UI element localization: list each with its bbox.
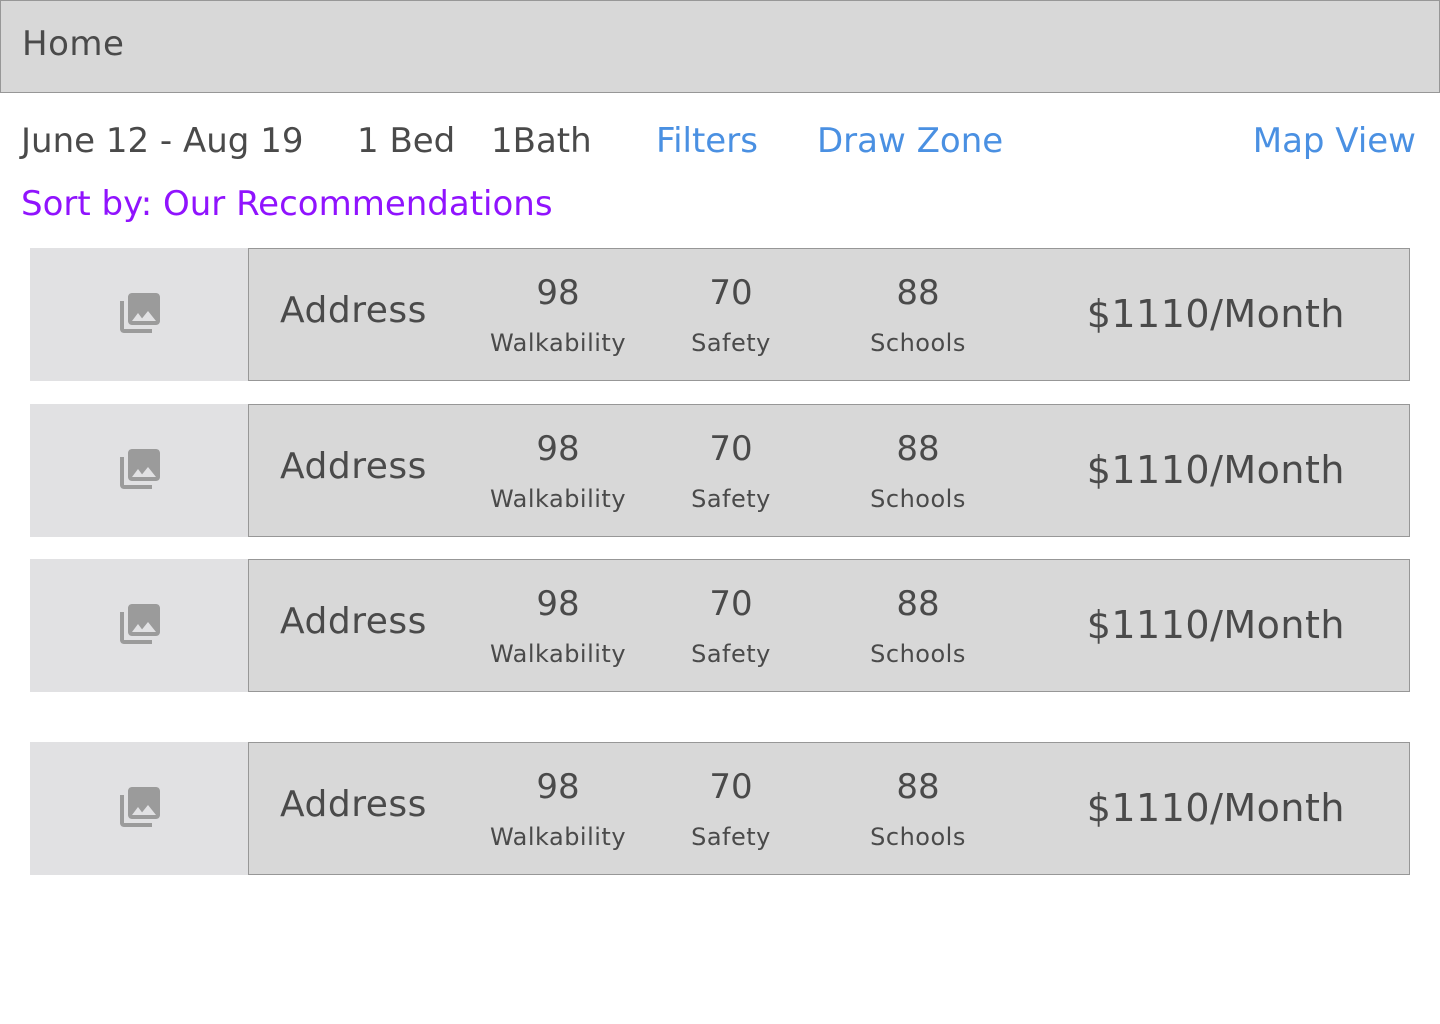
listing-price: $1110/Month: [1086, 448, 1345, 492]
listing-address: Address: [280, 446, 427, 487]
beds-selector[interactable]: 1 Bed: [357, 119, 455, 163]
safety-value: 70: [709, 584, 753, 624]
schools-label: Schools: [870, 640, 966, 668]
schools-score: 88 Schools: [838, 271, 998, 358]
listing-image-placeholder: [30, 742, 248, 875]
photo-library-icon: [114, 445, 164, 497]
walkability-value: 98: [536, 273, 580, 313]
listing-price: $1110/Month: [1086, 292, 1345, 336]
safety-label: Safety: [691, 485, 771, 513]
listing-address: Address: [280, 601, 427, 642]
listing-card[interactable]: Address 98 Walkability 70 Safety 88 Scho…: [30, 248, 1410, 381]
listing-details: Address 98 Walkability 70 Safety 88 Scho…: [248, 742, 1410, 875]
photo-library-icon: [114, 600, 164, 652]
schools-label: Schools: [870, 823, 966, 851]
safety-score: 70 Safety: [651, 271, 811, 358]
schools-value: 88: [896, 584, 940, 624]
schools-label: Schools: [870, 485, 966, 513]
sort-dropdown[interactable]: Sort by: Our Recommendations: [21, 182, 553, 226]
walkability-label: Walkability: [489, 823, 627, 851]
walkability-value: 98: [536, 584, 580, 624]
walkability-score: 98 Walkability: [478, 271, 638, 358]
date-range-selector[interactable]: June 12 - Aug 19: [21, 119, 303, 163]
listing-image-placeholder: [30, 404, 248, 537]
photo-library-icon: [114, 783, 164, 835]
schools-label: Schools: [870, 329, 966, 357]
schools-value: 88: [896, 429, 940, 469]
draw-zone-link[interactable]: Draw Zone: [817, 119, 1003, 163]
filters-link[interactable]: Filters: [656, 119, 758, 163]
listing-image-placeholder: [30, 559, 248, 692]
schools-score: 88 Schools: [838, 765, 998, 852]
listing-details: Address 98 Walkability 70 Safety 88 Scho…: [248, 559, 1410, 692]
photo-library-icon: [114, 289, 164, 341]
listing-card[interactable]: Address 98 Walkability 70 Safety 88 Scho…: [30, 559, 1410, 692]
schools-value: 88: [896, 767, 940, 807]
safety-value: 70: [709, 273, 753, 313]
safety-label: Safety: [691, 823, 771, 851]
walkability-value: 98: [536, 429, 580, 469]
safety-score: 70 Safety: [651, 582, 811, 669]
walkability-score: 98 Walkability: [478, 765, 638, 852]
baths-selector[interactable]: 1Bath: [491, 119, 592, 163]
walkability-value: 98: [536, 767, 580, 807]
listing-details: Address 98 Walkability 70 Safety 88 Scho…: [248, 404, 1410, 537]
listing-image-placeholder: [30, 248, 248, 381]
schools-value: 88: [896, 273, 940, 313]
safety-label: Safety: [691, 640, 771, 668]
map-view-link[interactable]: Map View: [1253, 119, 1416, 163]
walkability-label: Walkability: [489, 485, 627, 513]
top-bar: Home: [0, 0, 1440, 93]
walkability-score: 98 Walkability: [478, 582, 638, 669]
safety-score: 70 Safety: [651, 765, 811, 852]
listing-price: $1110/Month: [1086, 603, 1345, 647]
safety-score: 70 Safety: [651, 427, 811, 514]
listing-details: Address 98 Walkability 70 Safety 88 Scho…: [248, 248, 1410, 381]
listing-card[interactable]: Address 98 Walkability 70 Safety 88 Scho…: [30, 742, 1410, 875]
schools-score: 88 Schools: [838, 427, 998, 514]
schools-score: 88 Schools: [838, 582, 998, 669]
safety-value: 70: [709, 767, 753, 807]
safety-value: 70: [709, 429, 753, 469]
walkability-label: Walkability: [489, 640, 627, 668]
listing-address: Address: [280, 784, 427, 825]
walkability-score: 98 Walkability: [478, 427, 638, 514]
safety-label: Safety: [691, 329, 771, 357]
listing-price: $1110/Month: [1086, 786, 1345, 830]
listing-card[interactable]: Address 98 Walkability 70 Safety 88 Scho…: [30, 404, 1410, 537]
walkability-label: Walkability: [489, 329, 627, 357]
page-title: Home: [22, 24, 125, 64]
listing-address: Address: [280, 290, 427, 331]
